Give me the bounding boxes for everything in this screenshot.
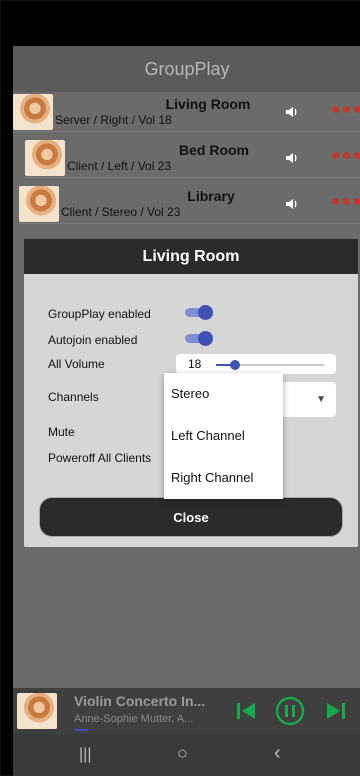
- channel-dropdown-menu: Stereo Left Channel Right Channel: [164, 373, 283, 499]
- more-dots-icon[interactable]: ●●●: [331, 101, 360, 119]
- room-status: Client / Left / Vol 23: [67, 159, 172, 173]
- album-art: [17, 693, 57, 729]
- volume-icon[interactable]: [285, 105, 299, 119]
- mute-label: Mute: [48, 425, 75, 439]
- room-name: Library: [187, 188, 235, 204]
- app-title: GroupPlay: [144, 58, 230, 79]
- groupplay-label: GroupPlay enabled: [48, 307, 151, 321]
- volume-icon[interactable]: [285, 197, 299, 211]
- autojoin-label: Autojoin enabled: [48, 333, 138, 347]
- recent-apps-icon[interactable]: |||: [79, 746, 91, 764]
- toggle-knob: [198, 305, 213, 320]
- pause-icon[interactable]: [275, 696, 305, 726]
- volume-control: 18: [176, 354, 336, 374]
- track-title: Violin Concerto In...: [74, 693, 206, 709]
- mini-player[interactable]: Violin Concerto In... Anne-Sophie Mutter…: [13, 688, 360, 734]
- system-nav-bar: ||| ○ ‹: [13, 734, 360, 776]
- room-text: Bed Room Client / Left / Vol 23: [67, 142, 360, 173]
- all-volume-label: All Volume: [48, 357, 105, 371]
- room-avatar: [25, 139, 65, 176]
- toggle-knob: [198, 331, 213, 346]
- more-dots-icon[interactable]: ●●●: [331, 193, 360, 211]
- chevron-down-icon: ▼: [316, 394, 326, 405]
- volume-slider[interactable]: [216, 360, 324, 370]
- room-avatar: [19, 185, 59, 222]
- autojoin-toggle[interactable]: [185, 331, 213, 346]
- home-icon[interactable]: ○: [177, 743, 188, 764]
- room-row-library[interactable]: Library Client / Stereo / Vol 23 ●●●: [19, 184, 360, 224]
- volume-value: 18: [188, 357, 202, 371]
- playback-progress: [74, 729, 88, 731]
- room-avatar: [13, 93, 53, 130]
- close-button[interactable]: Close: [40, 498, 342, 536]
- back-icon[interactable]: ‹: [274, 742, 281, 765]
- channel-option-stereo[interactable]: Stereo: [164, 373, 283, 415]
- room-text: Living Room Server / Right / Vol 18: [55, 96, 360, 127]
- room-name: Bed Room: [179, 142, 249, 158]
- room-row-bed-room[interactable]: Bed Room Client / Left / Vol 23 ●●●: [25, 138, 360, 178]
- volume-slider-thumb[interactable]: [230, 360, 240, 370]
- dialog-header: Living Room: [24, 239, 358, 274]
- room-row-living-room[interactable]: Living Room Server / Right / Vol 18 ●●●: [13, 92, 360, 132]
- close-button-label: Close: [173, 509, 209, 525]
- room-name: Living Room: [165, 96, 251, 112]
- groupplay-toggle[interactable]: [185, 305, 213, 320]
- poweroff-label: Poweroff All Clients: [48, 451, 152, 465]
- channel-option-right[interactable]: Right Channel: [164, 457, 283, 499]
- more-dots-icon[interactable]: ●●●: [331, 147, 360, 165]
- room-text: Library Client / Stereo / Vol 23: [61, 188, 360, 219]
- skip-previous-icon[interactable]: [235, 700, 257, 722]
- track-artist: Anne-Sophie Mutter, A...: [74, 713, 194, 725]
- skip-next-icon[interactable]: [325, 700, 347, 722]
- room-status: Client / Stereo / Vol 23: [61, 205, 181, 219]
- status-bar: [1, 1, 360, 46]
- room-status: Server / Right / Vol 18: [55, 113, 172, 127]
- dialog-title: Living Room: [142, 247, 240, 265]
- channels-label: Channels: [48, 390, 99, 404]
- channel-option-left[interactable]: Left Channel: [164, 415, 283, 457]
- app-bar: GroupPlay: [13, 46, 360, 92]
- device-frame: GroupPlay Living Room Server / Right / V…: [0, 0, 360, 776]
- volume-icon[interactable]: [285, 151, 299, 165]
